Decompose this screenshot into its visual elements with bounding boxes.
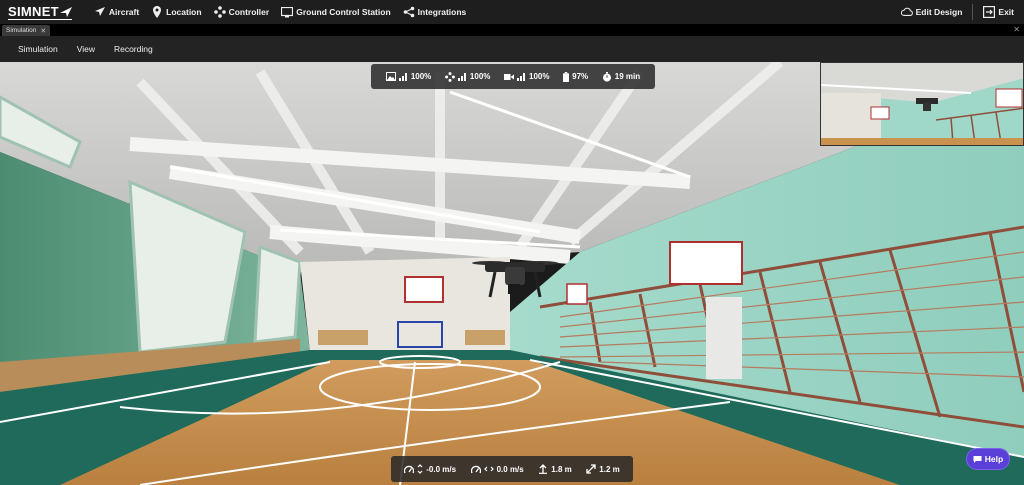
chat-bubble-icon	[973, 455, 982, 463]
logo-text: SIMNET	[8, 3, 59, 19]
pip-scene	[821, 63, 1023, 145]
nav-controller[interactable]: Controller	[213, 6, 270, 18]
far-backboard	[566, 283, 588, 305]
help-button[interactable]: Help	[967, 449, 1009, 469]
menu-simulation[interactable]: Simulation	[18, 44, 58, 54]
right-backboard	[669, 241, 743, 285]
distance-value: 1.2 m	[599, 464, 620, 474]
monitor-icon	[281, 6, 294, 18]
speedometer-icon	[470, 465, 481, 473]
dpad-icon	[445, 71, 455, 82]
nav-integrations[interactable]: Integrations	[403, 6, 467, 18]
altitude-indicator: 1.8 m	[538, 464, 572, 474]
share-icon	[403, 6, 415, 18]
battery-indicator: 97%	[563, 71, 589, 82]
video-signal-value: 100%	[410, 72, 432, 81]
horizontal-speed-indicator: 0.0 m/s	[470, 464, 524, 474]
nav-divider	[972, 4, 974, 20]
signal-bars-icon	[398, 72, 407, 81]
altitude-arrow-icon	[539, 464, 548, 474]
simnet-app: SIMNET Aircraft Location Controller Grou…	[0, 0, 1024, 485]
nav-location-label: Location	[166, 7, 202, 17]
top-navigation: SIMNET Aircraft Location Controller Grou…	[0, 0, 1024, 24]
nav-aircraft[interactable]: Aircraft	[94, 6, 139, 18]
tab-simulation-label: Simulation	[6, 27, 37, 34]
exit-icon	[983, 6, 996, 18]
telemetry-bar: 100% 100% 100% 97% 19 min	[371, 64, 655, 89]
battery-icon	[563, 71, 570, 82]
nav-gcs-label: Ground Control Station	[296, 7, 391, 17]
control-signal-indicator: 100%	[445, 71, 491, 82]
distance-indicator: 1.2 m	[586, 464, 620, 474]
stopwatch-icon	[602, 71, 611, 82]
image-icon	[385, 72, 396, 81]
video-camera-icon	[504, 73, 515, 80]
camera-pip-view[interactable]	[820, 62, 1024, 146]
signal-bars-icon	[457, 72, 466, 81]
battery-value: 97%	[572, 72, 589, 81]
vertical-speed-value: -0.0 m/s	[426, 464, 457, 474]
airplane-icon	[94, 6, 106, 18]
simulation-viewport[interactable]: 100% 100% 100% 97% 19 min -0.0 m/s 0.0 m…	[0, 62, 1024, 485]
horizontal-speed-value: 0.0 m/s	[496, 464, 524, 474]
window-close-icon[interactable]: ✕	[1013, 25, 1020, 34]
dpad-icon	[213, 6, 226, 18]
vertical-arrows-icon	[417, 464, 423, 474]
nav-ground-control-station[interactable]: Ground Control Station	[281, 6, 391, 18]
signal-bars-icon	[517, 72, 526, 81]
camera-signal-value: 100%	[529, 72, 550, 81]
menu-recording[interactable]: Recording	[114, 44, 153, 54]
nav-integrations-label: Integrations	[417, 7, 467, 17]
nav-location[interactable]: Location	[151, 6, 202, 18]
camera-signal-indicator: 100%	[504, 72, 550, 81]
nav-aircraft-label: Aircraft	[108, 7, 140, 17]
exit-button[interactable]: Exit	[983, 6, 1014, 18]
menu-view[interactable]: View	[77, 44, 95, 54]
nav-controller-label: Controller	[228, 7, 270, 17]
location-pin-icon	[151, 6, 163, 18]
speedometer-icon	[404, 465, 415, 473]
horizontal-arrows-icon	[483, 466, 494, 472]
control-signal-value: 100%	[469, 72, 491, 81]
flight-time-indicator: 19 min	[602, 71, 641, 82]
cloud-icon	[900, 6, 913, 18]
tab-close-icon[interactable]: ✕	[40, 27, 46, 35]
menu-bar: Simulation View Recording	[0, 36, 1024, 62]
distance-arrow-icon	[586, 464, 596, 474]
edit-design-button[interactable]: Edit Design	[900, 6, 963, 18]
edit-design-label: Edit Design	[915, 7, 963, 17]
flight-data-bar: -0.0 m/s 0.0 m/s 1.8 m 1.2 m	[391, 456, 633, 482]
help-label: Help	[984, 454, 1004, 464]
altitude-value: 1.8 m	[551, 464, 572, 474]
tab-strip: Simulation ✕ ✕	[0, 24, 1024, 36]
video-signal-indicator: 100%	[385, 72, 432, 81]
vertical-speed-indicator: -0.0 m/s	[404, 464, 456, 474]
logo-plane-icon	[59, 6, 72, 17]
cabinet	[706, 297, 742, 379]
flight-time-value: 19 min	[614, 72, 641, 81]
simnet-logo[interactable]: SIMNET	[8, 3, 72, 20]
exit-label: Exit	[998, 7, 1014, 17]
tab-simulation[interactable]: Simulation ✕	[2, 25, 51, 36]
back-backboard	[404, 276, 444, 303]
